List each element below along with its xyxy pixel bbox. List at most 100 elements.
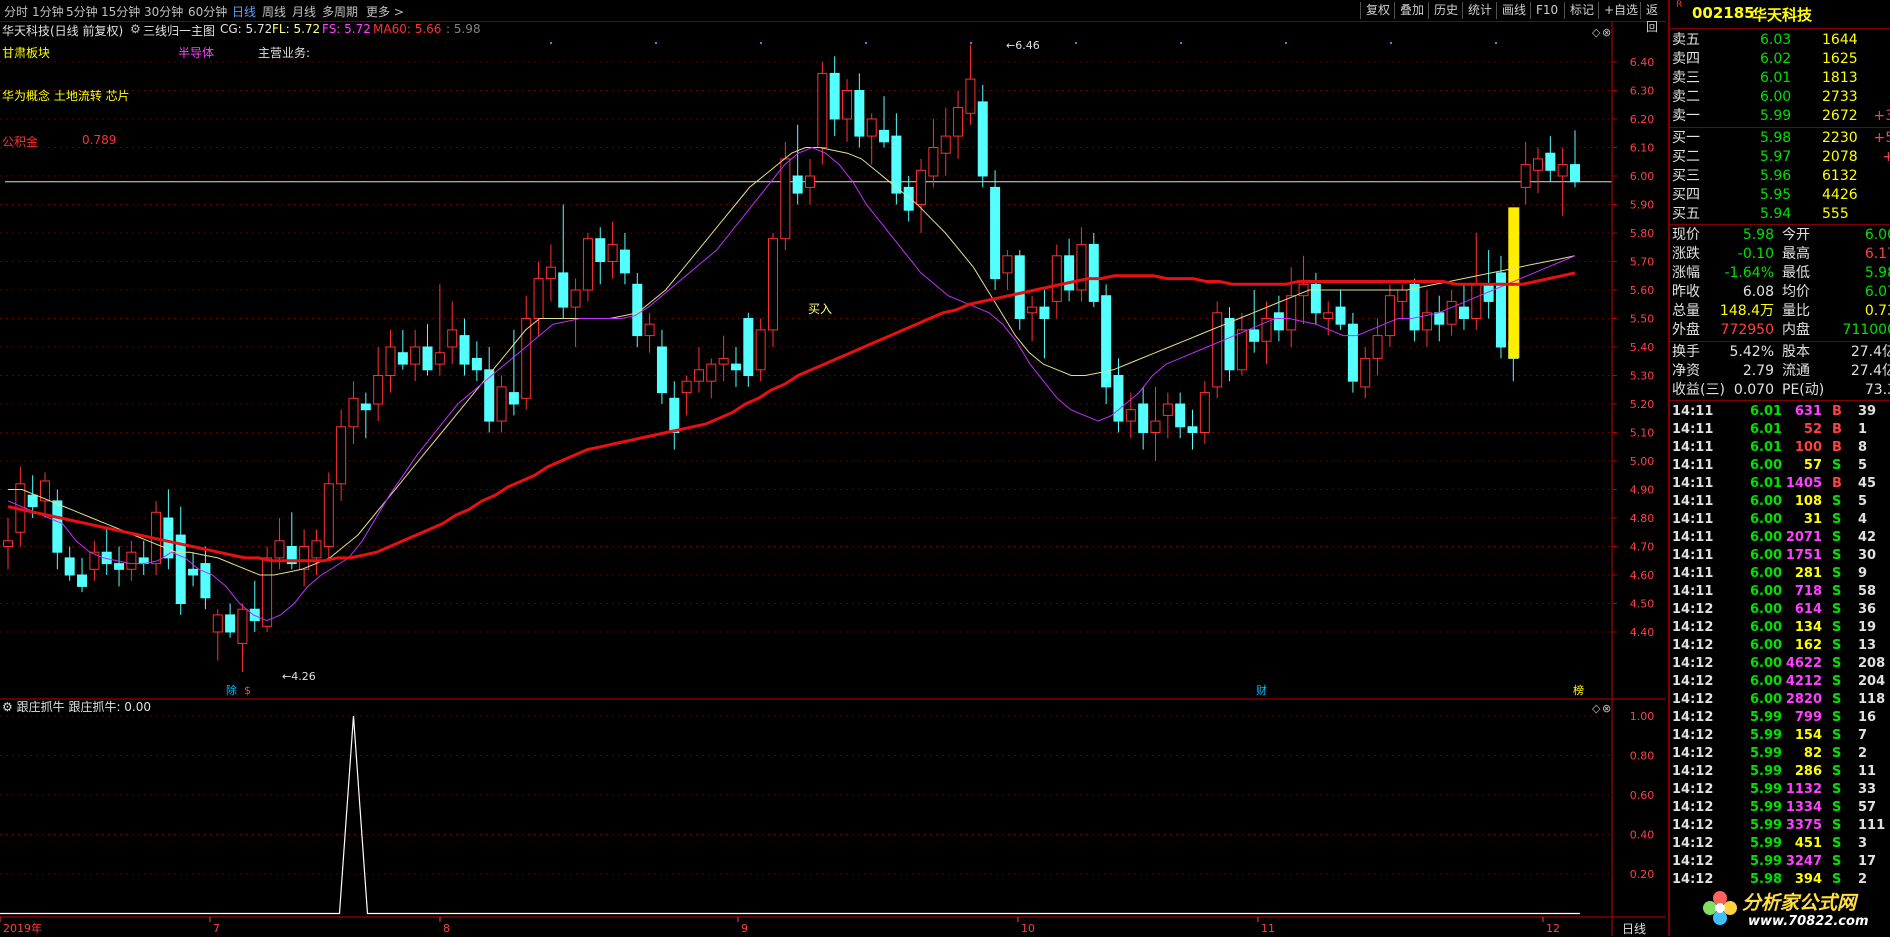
candle-down xyxy=(829,72,840,120)
candle-down xyxy=(1458,306,1469,320)
tab-daily[interactable]: 日线 xyxy=(232,3,256,20)
tick-side: S xyxy=(1832,854,1842,869)
tab-5min[interactable]: 5分钟 xyxy=(66,3,98,20)
tick-count: 17 xyxy=(1858,854,1877,869)
fuquan-button[interactable]: 复权 xyxy=(1360,2,1395,19)
tab-15min[interactable]: 15分钟 xyxy=(101,3,140,20)
tab-monthly[interactable]: 月线 xyxy=(292,3,316,20)
tab-weekly[interactable]: 周线 xyxy=(262,3,286,20)
candle-up xyxy=(212,614,223,633)
ask-volume: 1813 xyxy=(1822,70,1858,86)
candle-up xyxy=(706,363,717,382)
fund-value: 0.070 xyxy=(1733,382,1774,398)
candle-up xyxy=(545,266,556,280)
tick-count: 45 xyxy=(1858,476,1877,491)
tick-row: 14:11 6.00 1751 S 30 xyxy=(1670,547,1890,565)
indicator-tick-label: 0.20 xyxy=(1630,868,1655,881)
candle-down xyxy=(249,608,260,622)
candle-down xyxy=(1175,403,1186,428)
price-tick-label: 6.30 xyxy=(1630,85,1655,98)
event-marker: 财 xyxy=(1256,683,1267,697)
fund-value: 73.3 xyxy=(1864,382,1890,398)
tick-row: 14:12 6.00 134 S 19 xyxy=(1670,619,1890,637)
candle-down xyxy=(188,568,199,576)
candle-up xyxy=(780,158,791,240)
candle-down xyxy=(1310,283,1321,314)
tick-price: 6.01 xyxy=(1750,404,1783,419)
price-tick-label: 6.40 xyxy=(1630,56,1655,69)
stats-button[interactable]: 统计 xyxy=(1462,2,1497,19)
tick-price: 6.00 xyxy=(1750,548,1783,563)
bid-change: +540 xyxy=(1873,130,1890,146)
indicator-line xyxy=(0,715,1580,915)
sector-label: 半导体 xyxy=(178,46,215,60)
tick-volume: 799 xyxy=(1794,710,1822,725)
diamond-icon: ◇ xyxy=(1592,26,1601,39)
quote-value: -1.64% xyxy=(1724,265,1774,281)
tick-row: 14:12 6.00 4212 S 204 xyxy=(1670,673,1890,691)
candle-up xyxy=(274,540,285,559)
tab-60min[interactable]: 60分钟 xyxy=(188,3,227,20)
fund-value: 27.4亿 xyxy=(1850,363,1890,379)
lower-indicator-name[interactable]: 跟庄抓牛 xyxy=(17,700,65,714)
tick-side: S xyxy=(1832,764,1842,779)
bid-level-label: 买三 xyxy=(1672,168,1700,184)
candle-up xyxy=(1125,409,1136,422)
tick-row: 14:11 6.00 31 S 4 xyxy=(1670,511,1890,529)
price-tick-label: 5.10 xyxy=(1630,427,1655,440)
f10-button[interactable]: F10 xyxy=(1530,2,1563,19)
tick-count: 7 xyxy=(1858,728,1868,743)
tick-side: B xyxy=(1832,440,1842,455)
draw-line-button[interactable]: 画线 xyxy=(1496,2,1531,19)
indicator-tick-label: 0.40 xyxy=(1630,829,1655,842)
add-watchlist-button[interactable]: +自选 xyxy=(1598,2,1643,19)
tick-price: 5.99 xyxy=(1750,854,1783,869)
back-button[interactable]: 返回 xyxy=(1640,2,1666,34)
candle-down xyxy=(792,175,803,194)
quote-row: 涨跌 -0.10 最高 6.17 xyxy=(1670,245,1890,264)
tab-1min[interactable]: 1分钟 xyxy=(32,3,64,20)
fundamental-row: 净资 2.79 流通 27.4亿 xyxy=(1670,362,1890,381)
ask-change: +357 xyxy=(1873,108,1890,124)
tick-side: S xyxy=(1832,836,1842,851)
ask-price: 6.03 xyxy=(1760,32,1792,48)
gear-icon[interactable]: ⚙ xyxy=(2,700,13,714)
quote-value: 6.17 xyxy=(1864,246,1890,262)
quote-label: 最高 xyxy=(1782,246,1810,262)
tab-multi-period[interactable]: 多周期 xyxy=(322,3,358,20)
price-tick-label: 6.00 xyxy=(1630,170,1655,183)
tick-count: 13 xyxy=(1858,638,1877,653)
tick-price: 6.00 xyxy=(1750,602,1783,617)
tick-time: 14:12 xyxy=(1672,656,1714,671)
tick-time: 14:11 xyxy=(1672,422,1714,437)
axis-mode-label[interactable]: 日线 xyxy=(1622,920,1646,937)
candle-down xyxy=(656,346,667,394)
candle-up xyxy=(928,147,939,177)
tab-more[interactable]: 更多 > xyxy=(366,3,404,20)
kline-chart[interactable]: ←6.46←4.26买入除 $ 财榜◇ ⊗◇ ⊗ 6.406.306.206.106.0… xyxy=(0,22,1666,936)
event-marker: 榜 xyxy=(1573,683,1584,697)
candle-up xyxy=(842,90,853,120)
history-button[interactable]: 历史 xyxy=(1428,2,1463,19)
candle-up xyxy=(681,380,692,394)
overlay-button[interactable]: 叠加 xyxy=(1394,2,1429,19)
tick-price: 6.00 xyxy=(1750,656,1783,671)
quote-value: 0.73 xyxy=(1864,303,1890,319)
ask-row: 卖三6.011813-4 xyxy=(1670,69,1890,87)
fund-label: 公积金 xyxy=(2,135,39,149)
fundamental-row: 收益(三) 0.070 PE(动) 73.3 xyxy=(1670,381,1890,400)
tab-30min[interactable]: 30分钟 xyxy=(144,3,183,20)
candle-down xyxy=(508,392,519,405)
tick-count: 2 xyxy=(1858,746,1868,761)
tick-side: S xyxy=(1832,746,1842,761)
tick-count: 3 xyxy=(1858,836,1868,851)
top-dot-marker xyxy=(1285,42,1287,44)
mark-button[interactable]: 标记 xyxy=(1564,2,1599,19)
fund-value: 27.4亿 xyxy=(1850,344,1890,360)
tab-fenshi[interactable]: 分时 xyxy=(4,3,28,20)
tick-count: 9 xyxy=(1858,566,1868,581)
candle-down xyxy=(879,129,890,143)
tick-row: 14:12 5.99 154 S 7 xyxy=(1670,727,1890,745)
concept-label: 华为概念 土地流转 芯片 xyxy=(2,89,130,103)
price-tick-label: 4.50 xyxy=(1630,598,1655,611)
